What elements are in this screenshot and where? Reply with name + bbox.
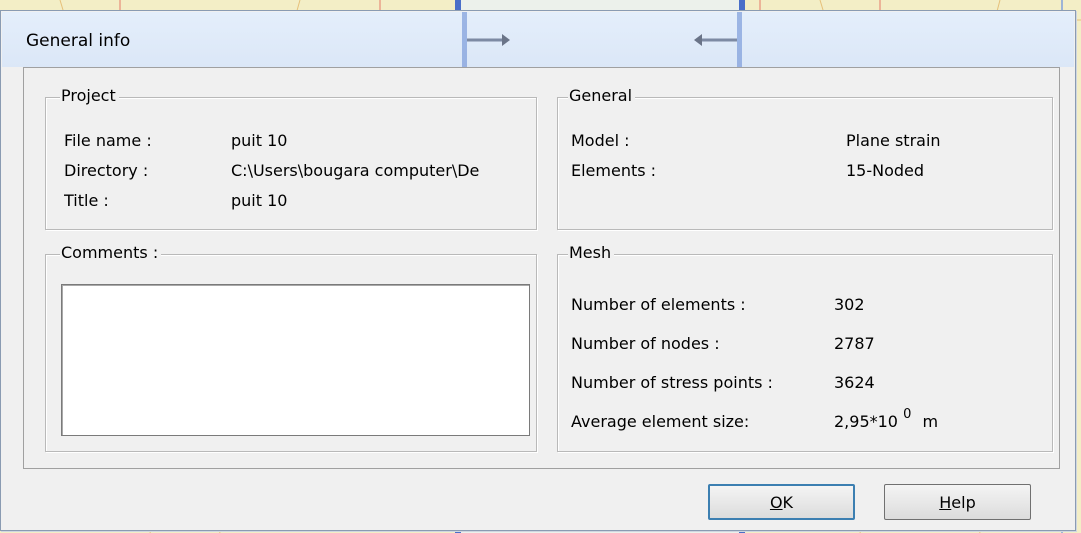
number-of-stress-points-label: Number of stress points :	[571, 373, 773, 392]
dialog-client-area: Project File name : puit 10 Directory : …	[23, 67, 1060, 469]
general-legend: General	[568, 86, 636, 105]
help-button[interactable]: Help	[884, 484, 1031, 520]
average-element-size-unit: m	[922, 412, 939, 431]
mesh-legend: Mesh	[568, 243, 615, 262]
number-of-elements-label: Number of elements :	[571, 295, 746, 314]
comments-legend: Comments :	[60, 243, 162, 262]
average-element-size-value: 2,95*10 0 m	[834, 407, 939, 431]
average-element-size-label: Average element size:	[571, 412, 750, 431]
number-of-nodes-value: 2787	[834, 334, 875, 353]
dialog-titlebar: General info	[2, 12, 1074, 67]
ok-button[interactable]: OK	[708, 484, 855, 520]
help-label-rest: elp	[951, 492, 976, 512]
number-of-stress-points-value: 3624	[834, 373, 875, 392]
number-of-elements-value: 302	[834, 295, 865, 314]
file-name-label: File name :	[64, 131, 152, 150]
ok-accelerator: O	[769, 492, 783, 512]
model-value: Plane strain	[846, 131, 941, 150]
model-label: Model :	[571, 131, 630, 150]
ok-button-label: OK	[770, 493, 793, 512]
project-group: Project File name : puit 10 Directory : …	[45, 86, 537, 230]
title-value: puit 10	[231, 191, 288, 210]
elements-value: 15-Noded	[846, 161, 925, 180]
help-button-label: Help	[939, 493, 975, 512]
comments-textarea[interactable]	[61, 284, 530, 436]
directory-label: Directory :	[64, 161, 149, 180]
directory-value: C:\Users\bougara computer\De	[231, 161, 480, 180]
general-group: General Model : Plane strain Elements : …	[557, 86, 1053, 230]
ok-label-rest: K	[782, 492, 794, 512]
average-element-size-mantissa: 2,95*10	[834, 412, 898, 431]
average-element-size-exponent: 0	[903, 407, 912, 422]
mesh-group: Mesh Number of elements : 302 Number of …	[557, 243, 1053, 452]
general-info-dialog: General info Project File name : puit 10…	[0, 10, 1076, 531]
strut-graphic-icon	[462, 12, 742, 67]
dialog-title: General info	[26, 31, 131, 51]
comments-group: Comments :	[45, 243, 537, 452]
title-label: Title :	[64, 191, 109, 210]
number-of-nodes-label: Number of nodes :	[571, 334, 720, 353]
project-legend: Project	[60, 86, 119, 105]
file-name-value: puit 10	[231, 131, 288, 150]
help-accelerator: H	[939, 492, 952, 512]
elements-label: Elements :	[571, 161, 657, 180]
